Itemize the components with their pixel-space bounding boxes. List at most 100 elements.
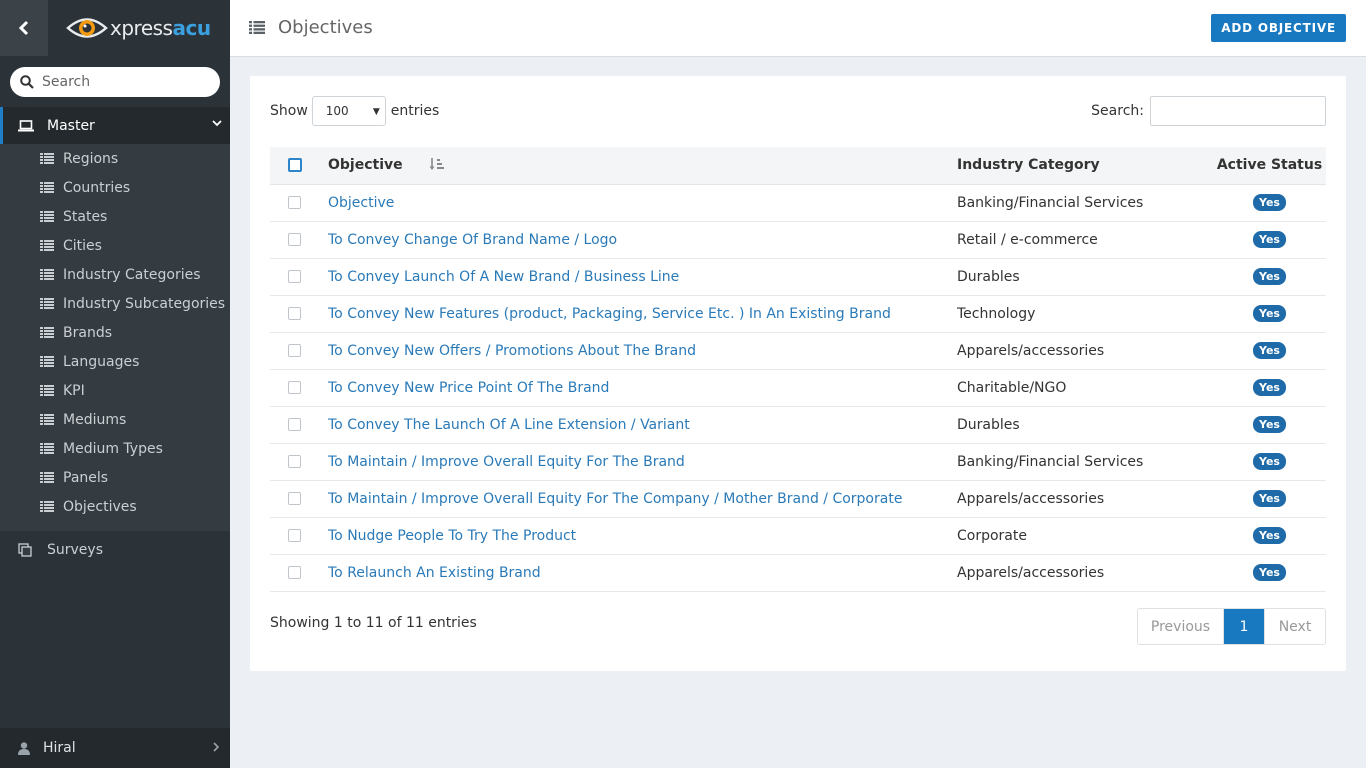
active-status-cell: Yes: [1213, 517, 1326, 554]
row-checkbox[interactable]: [288, 233, 301, 246]
row-select-cell: [270, 258, 328, 295]
sort-icon: [429, 158, 444, 171]
objective-link[interactable]: To Maintain / Improve Overall Equity For…: [328, 491, 902, 507]
industry-category-cell: Durables: [957, 416, 1020, 433]
list-icon: [40, 153, 54, 164]
objective-cell: To Convey New Features (product, Packagi…: [328, 295, 957, 332]
chevron-right-icon: [213, 742, 220, 752]
sidebar-item-regions[interactable]: Regions: [0, 144, 230, 173]
copy-icon: [18, 543, 32, 557]
status-badge: Yes: [1253, 490, 1286, 507]
row-select-cell: [270, 406, 328, 443]
row-checkbox[interactable]: [288, 344, 301, 357]
sidebar-item-states[interactable]: States: [0, 202, 230, 231]
list-icon: [40, 211, 54, 222]
industry-category-cell: Durables: [957, 268, 1020, 285]
sidebar-item-cities[interactable]: Cities: [0, 231, 230, 260]
status-badge: Yes: [1253, 379, 1286, 396]
list-icon: [40, 385, 54, 396]
objective-link[interactable]: Objective: [328, 195, 394, 211]
page-1-button[interactable]: 1: [1224, 609, 1264, 644]
industry-category-cell: Banking/Financial Services: [957, 453, 1144, 470]
objective-link[interactable]: To Relaunch An Existing Brand: [328, 565, 541, 581]
entries-select-value: 100: [325, 104, 349, 118]
row-checkbox[interactable]: [288, 307, 301, 320]
sidebar-item-label: Industry Categories: [63, 266, 201, 283]
row-select-cell: [270, 480, 328, 517]
collapse-sidebar-button[interactable]: [0, 0, 48, 56]
entries-length-control: Show 100 ▼ entries: [270, 96, 439, 126]
sidebar-item-countries[interactable]: Countries: [0, 173, 230, 202]
column-header-label: Objective: [328, 157, 403, 174]
objective-link[interactable]: To Nudge People To Try The Product: [328, 528, 576, 544]
row-checkbox[interactable]: [288, 418, 301, 431]
sidebar-top: xpressacu: [0, 0, 230, 56]
table-search-input[interactable]: [1150, 96, 1326, 126]
objective-link[interactable]: To Convey New Price Point Of The Brand: [328, 380, 609, 396]
objective-link[interactable]: To Convey New Offers / Promotions About …: [328, 343, 696, 359]
industry-category-cell: Retail / e-commerce: [957, 231, 1098, 248]
row-checkbox[interactable]: [288, 381, 301, 394]
previous-page-button[interactable]: Previous: [1138, 609, 1224, 644]
column-header-industry-category[interactable]: Industry Category: [957, 147, 1213, 185]
sidebar-item-label: KPI: [63, 382, 85, 399]
list-icon: [40, 182, 54, 193]
row-checkbox[interactable]: [288, 566, 301, 579]
sidebar-item-languages[interactable]: Languages: [0, 347, 230, 376]
industry-category-cell: Banking/Financial Services: [957, 194, 1144, 211]
objective-link[interactable]: To Convey Change Of Brand Name / Logo: [328, 232, 617, 248]
row-select-cell: [270, 332, 328, 369]
list-icon: [40, 298, 54, 309]
sidebar-item-label: Industry Subcategories: [63, 295, 226, 312]
sidebar-item-label: Surveys: [47, 542, 103, 558]
objective-link[interactable]: To Convey The Launch Of A Line Extension…: [328, 417, 690, 433]
sidebar-item-medium-types[interactable]: Medium Types: [0, 434, 230, 463]
logo[interactable]: xpressacu: [66, 13, 211, 43]
column-header-objective[interactable]: Objective: [328, 147, 957, 185]
objective-cell: To Convey Change Of Brand Name / Logo: [328, 221, 957, 258]
sidebar-item-label: Objectives: [63, 498, 137, 515]
row-checkbox[interactable]: [288, 492, 301, 505]
next-page-button[interactable]: Next: [1264, 609, 1325, 644]
add-objective-button[interactable]: ADD OBJECTIVE: [1211, 14, 1346, 42]
sidebar-item-label: Medium Types: [63, 440, 163, 457]
table-search: Search:: [1091, 96, 1326, 126]
row-checkbox[interactable]: [288, 196, 301, 209]
sidebar-item-surveys[interactable]: Surveys: [0, 536, 230, 564]
status-badge: Yes: [1253, 527, 1286, 544]
sidebar-item-mediums[interactable]: Mediums: [0, 405, 230, 434]
sidebar-search-input[interactable]: [42, 74, 202, 90]
sidebar-item-industry-categories[interactable]: Industry Categories: [0, 260, 230, 289]
objective-cell: To Nudge People To Try The Product: [328, 517, 957, 554]
sidebar-item-panels[interactable]: Panels: [0, 463, 230, 492]
laptop-icon: [18, 119, 34, 131]
objective-cell: To Convey New Offers / Promotions About …: [328, 332, 957, 369]
objective-link[interactable]: To Convey New Features (product, Packagi…: [328, 306, 891, 322]
objectives-card: Show 100 ▼ entries Search: Objective Ind…: [250, 76, 1346, 671]
row-checkbox[interactable]: [288, 529, 301, 542]
show-label: Show: [270, 103, 308, 119]
row-checkbox[interactable]: [288, 270, 301, 283]
column-header-label: Active Status: [1216, 157, 1323, 174]
entries-select[interactable]: 100 ▼: [311, 96, 386, 126]
industry-category-cell: Apparels/accessories: [957, 342, 1105, 359]
objective-cell: To Maintain / Improve Overall Equity For…: [328, 480, 957, 517]
entries-label: entries: [390, 103, 440, 119]
user-menu[interactable]: Hiral: [0, 728, 230, 768]
row-select-cell: [270, 554, 328, 591]
sidebar-item-label: Panels: [63, 469, 109, 486]
objective-link[interactable]: To Convey Launch Of A New Brand / Busine…: [328, 269, 679, 285]
sidebar-item-objectives[interactable]: Objectives: [0, 492, 230, 521]
column-header-active-status[interactable]: Active Status: [1213, 147, 1326, 185]
sidebar-item-kpi[interactable]: KPI: [0, 376, 230, 405]
objective-link[interactable]: To Maintain / Improve Overall Equity For…: [328, 454, 685, 470]
sidebar-item-master[interactable]: Master: [0, 107, 230, 144]
row-checkbox[interactable]: [288, 455, 301, 468]
chevron-down-icon: [212, 120, 222, 127]
sidebar-item-brands[interactable]: Brands: [0, 318, 230, 347]
select-all-checkbox[interactable]: [288, 158, 302, 173]
page-header: Objectives ADD OBJECTIVE: [230, 0, 1366, 57]
sidebar-item-industry-subcategories[interactable]: Industry Subcategories: [0, 289, 230, 318]
objective-cell: To Convey The Launch Of A Line Extension…: [328, 406, 957, 443]
list-icon: [40, 501, 54, 512]
